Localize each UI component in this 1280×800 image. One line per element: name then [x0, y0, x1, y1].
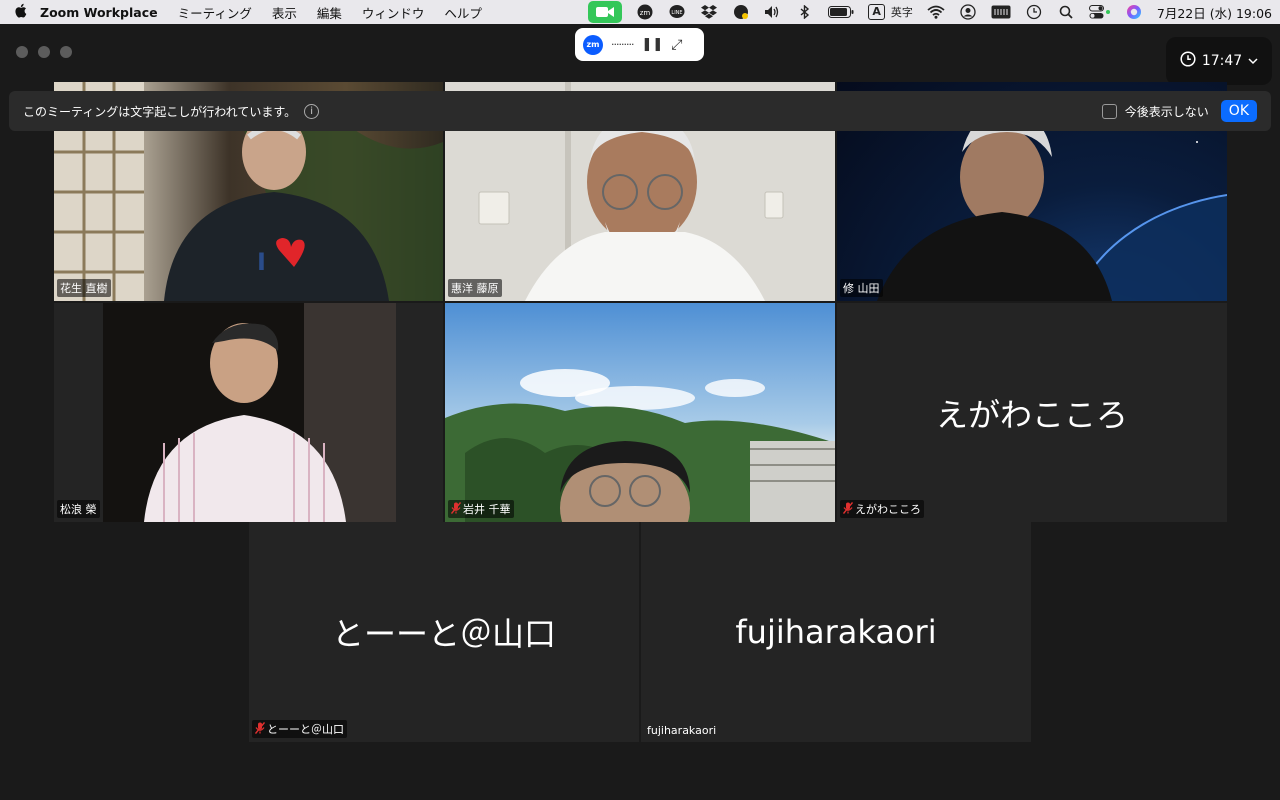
participant-video	[103, 303, 396, 522]
video-tile-off[interactable]: えがわこころ えがわこころ	[837, 303, 1227, 522]
expand-icon[interactable]: ⤢	[671, 37, 682, 53]
user-account-icon[interactable]	[959, 4, 977, 20]
clock-icon	[1180, 51, 1196, 71]
zoom-menubar-icon[interactable]: zm	[636, 4, 654, 20]
zoom-window-button[interactable]	[60, 46, 72, 58]
pause-button[interactable]: ❚❚	[641, 37, 663, 52]
menu-item-window[interactable]: ウィンドウ	[362, 3, 425, 22]
ok-button[interactable]: OK	[1220, 100, 1257, 122]
dropbox-icon[interactable]	[700, 4, 718, 20]
meeting-floating-toolbar: zm ········· ❚❚ ⤢	[575, 28, 704, 61]
video-tile[interactable]: 岩井 千華	[445, 303, 835, 522]
participant-display-name: えがわこころ	[935, 395, 1128, 434]
input-source-badge: A	[868, 4, 885, 20]
participant-name: えがわこころ	[855, 503, 921, 516]
mic-muted-icon	[254, 721, 266, 737]
svg-text:LINE: LINE	[672, 10, 683, 16]
menubar-clock[interactable]: 7月22日 (水) 19:06	[1157, 3, 1272, 22]
participant-name-label: 花生 直樹	[57, 279, 111, 297]
participant-name-label: とーーと＠山口	[252, 720, 347, 738]
participant-name: 修 山田	[843, 282, 880, 295]
dont-show-again-checkbox[interactable]	[1101, 103, 1117, 119]
menu-item-meeting[interactable]: ミーティング	[178, 3, 252, 22]
participant-video	[445, 369, 835, 522]
info-icon[interactable]: i	[304, 103, 320, 119]
input-source-label: 英字	[890, 6, 913, 19]
video-tile-off[interactable]: とーーと＠山口 とーーと＠山口	[249, 522, 639, 742]
participant-name-label: 松浪 榮	[57, 500, 100, 518]
participant-name: 松浪 榮	[60, 503, 97, 516]
bluetooth-icon[interactable]	[796, 4, 814, 20]
meeting-elapsed-time: 17:47	[1201, 53, 1243, 69]
window-controls	[16, 46, 72, 58]
menu-bar: Zoom Workplace ミーティング 表示 編集 ウィンドウ ヘルプ zm…	[0, 0, 1280, 24]
dont-show-again-label[interactable]: 今後表示しない	[1125, 103, 1209, 120]
time-machine-icon[interactable]	[1025, 4, 1043, 20]
svg-text:I: I	[257, 248, 266, 276]
participant-name: とーーと＠山口	[267, 723, 344, 736]
participant-name-label: 修 山田	[840, 279, 883, 297]
volume-icon[interactable]	[764, 4, 782, 20]
line-icon[interactable]: LINE	[668, 4, 686, 20]
apple-menu-icon[interactable]	[0, 3, 40, 22]
participant-name-label: えがわこころ	[840, 500, 924, 518]
video-tile[interactable]: 松浪 榮	[54, 303, 443, 522]
participant-name: 惠洋 藤原	[451, 282, 499, 295]
spotlight-search-icon[interactable]	[1057, 4, 1075, 20]
participant-name: 岩井 千華	[463, 503, 511, 516]
vpn-status-icon[interactable]	[732, 4, 750, 20]
video-tile-off[interactable]: fujiharakaori fujiharakaori	[641, 522, 1031, 742]
transcription-notice-banner: このミーティングは文字起こしが行われています。 i 今後表示しない OK	[9, 91, 1271, 131]
transcription-notice-text: このミーティングは文字起こしが行われています。	[23, 104, 297, 119]
chevron-down-icon	[1248, 54, 1258, 68]
participant-display-name: fujiharakaori	[735, 613, 937, 651]
menu-item-edit[interactable]: 編集	[317, 3, 342, 22]
participant-display-name: とーーと＠山口	[331, 615, 556, 653]
participant-name: fujiharakaori	[647, 724, 717, 737]
siri-icon[interactable]	[1125, 4, 1143, 20]
app-menu[interactable]: Zoom Workplace	[40, 5, 158, 20]
zoom-meeting-window: zm ········· ❚❚ ⤢ 17:47 I 花生 直樹 惠洋 藤原 修 …	[0, 24, 1280, 800]
mic-muted-icon	[450, 501, 462, 517]
mic-muted-icon	[842, 501, 854, 517]
keyboard-icon[interactable]	[991, 4, 1011, 20]
svg-text:zm: zm	[640, 9, 651, 17]
input-source-icon[interactable]: A 英字	[868, 4, 913, 20]
participant-name-label: fujiharakaori	[644, 723, 719, 738]
control-center-icon[interactable]	[1088, 4, 1111, 20]
wifi-icon[interactable]	[927, 4, 945, 20]
minimize-window-button[interactable]	[38, 46, 50, 58]
participant-name-label: 惠洋 藤原	[448, 279, 502, 297]
audio-level-indicator: ·········	[611, 38, 635, 51]
menu-item-help[interactable]: ヘルプ	[444, 3, 482, 22]
battery-icon[interactable]	[828, 4, 854, 20]
zoom-logo-icon: zm	[583, 34, 603, 55]
meeting-timer[interactable]: 17:47	[1166, 37, 1272, 85]
close-window-button[interactable]	[16, 46, 28, 58]
participant-name-label: 岩井 千華	[448, 500, 514, 518]
zoom-camera-status-icon[interactable]	[588, 1, 623, 23]
menu-item-view[interactable]: 表示	[272, 3, 297, 22]
participant-name: 花生 直樹	[60, 282, 108, 295]
